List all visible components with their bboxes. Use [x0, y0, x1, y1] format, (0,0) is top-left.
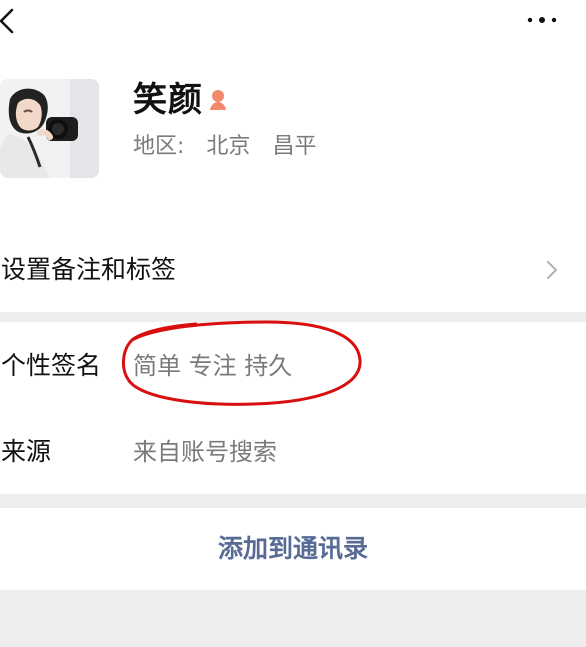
female-user-icon — [206, 88, 230, 112]
signature-row: 个性签名 简单 专注 持久 — [0, 322, 586, 408]
more-options-button[interactable] — [522, 10, 562, 30]
signature-value: 简单 专注 持久 — [133, 352, 293, 380]
chevron-left-icon — [0, 8, 14, 34]
add-to-contacts-button[interactable]: 添加到通讯录 — [0, 508, 586, 590]
back-button[interactable] — [0, 4, 26, 36]
set-remarks-and-tags-row[interactable]: 设置备注和标签 — [0, 232, 586, 308]
chevron-right-icon — [544, 258, 560, 282]
more-dots-icon — [527, 17, 557, 23]
source-label: 来源 — [1, 437, 52, 466]
avatar[interactable] — [0, 79, 99, 178]
set-remarks-and-tags-label: 设置备注和标签 — [1, 255, 177, 284]
region-district: 昌平 — [272, 134, 317, 159]
add-to-contacts-label: 添加到通讯录 — [217, 534, 368, 563]
contact-name: 笑颜 — [133, 80, 203, 120]
source-value: 来自账号搜索 — [133, 438, 277, 466]
signature-label: 个性签名 — [1, 351, 102, 380]
region-city: 北京 — [206, 134, 251, 159]
contact-profile-screen: 笑颜 地区: 北京 昌平 设置备注和标签 个性签名 简单 专注 持久 来源 来自… — [0, 0, 586, 647]
info-card: 个性签名 简单 专注 持久 来源 来自账号搜索 — [0, 322, 586, 494]
source-row: 来源 来自账号搜索 — [0, 408, 586, 494]
region-info: 地区: 北京 昌平 — [133, 133, 316, 161]
region-label: 地区: — [133, 134, 185, 159]
profile-header-card: 笑颜 地区: 北京 昌平 设置备注和标签 — [0, 0, 586, 312]
avatar-image — [0, 79, 99, 178]
